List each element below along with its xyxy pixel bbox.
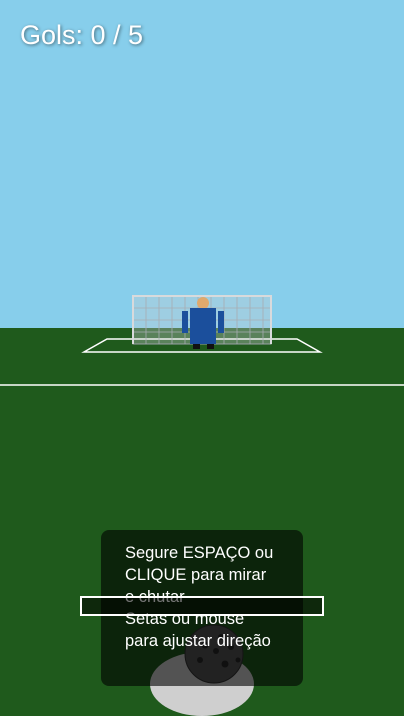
goalkeeper-right-foot <box>207 344 214 349</box>
score-display: Gols: 0 / 5 <box>20 20 144 50</box>
game-canvas[interactable]: Gols: 0 / 5 Segure ESPAÇO ou CLIQUE para… <box>0 0 404 716</box>
goalkeeper-body <box>190 308 216 344</box>
instructions-line-aim: Setas ou mouse para ajustar direção <box>125 610 271 650</box>
instructions-panel: Segure ESPAÇO ou CLIQUE para mirar e chu… <box>101 530 303 686</box>
goalkeeper-right-arm <box>218 311 224 333</box>
goalkeeper-head <box>197 297 209 309</box>
instructions-line-shoot: Segure ESPAÇO ou CLIQUE para mirar e chu… <box>125 544 274 606</box>
goalkeeper-left-foot <box>193 344 200 349</box>
goalkeeper-left-arm <box>182 311 188 333</box>
